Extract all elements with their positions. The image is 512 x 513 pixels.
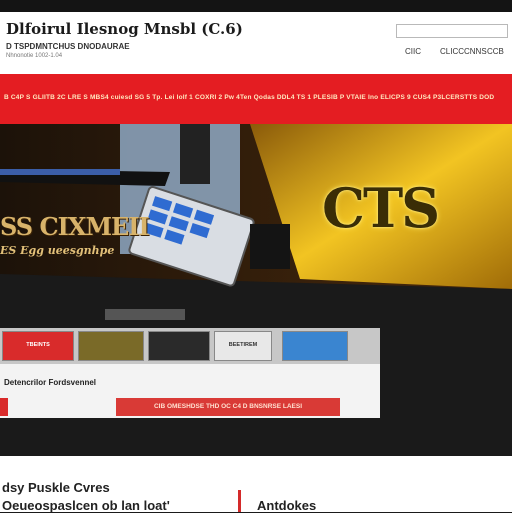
hero-logo: CTS <box>322 176 440 240</box>
promo-text[interactable]: B C4P S GLIITB 2C LRE S MBS4 cuiesd SG 5… <box>4 94 494 101</box>
right-column-heading[interactable]: Antdokes <box>257 498 316 513</box>
section-subheading[interactable]: Oeueospaslcen ob lan loat' <box>2 498 170 513</box>
site-meta: Nhnonotie 1002-1.04 <box>6 53 63 59</box>
accent-bar <box>0 398 8 416</box>
content-section: dsy Puskle Cvres Oeueospaslcen ob lan lo… <box>0 456 512 513</box>
thumbnail-1[interactable]: TBEINTS <box>2 331 74 361</box>
site-header: Dlfoirul Ilesnog Mnsbl (C.6) D TSPDMNTCH… <box>0 12 512 74</box>
promo-band: B C4P S GLIITB 2C LRE S MBS4 cuiesd SG 5… <box>0 74 512 124</box>
thumbnail-5[interactable] <box>282 331 348 361</box>
search-input[interactable] <box>396 24 508 38</box>
gallery-caption[interactable]: Detencrilor Fordsvennel <box>4 378 96 387</box>
nav-link-2[interactable]: CLICCCNNS <box>440 47 487 56</box>
gallery-banner-text: CIB OMESHDSE THD OC C4 D BNSNRSE LAESI <box>153 403 303 410</box>
thumbnail-label: TBEINTS <box>26 342 50 348</box>
site-subtitle: D TSPDMNTCHUS DNODAURAE <box>6 42 130 51</box>
section-heading[interactable]: dsy Puskle Cvres <box>2 480 110 495</box>
thumbnail-2[interactable] <box>78 331 144 361</box>
top-bar <box>0 0 512 12</box>
hero-title: SS CIXMEII <box>0 212 150 241</box>
section-divider <box>238 490 241 512</box>
hero-device-bottom <box>105 309 185 320</box>
hero-tagline: ES Egg ueesgnhpe <box>0 244 115 257</box>
thumbnail-strip: TBEINTS BEETIREM <box>0 328 380 364</box>
thumbnail-4[interactable]: BEETIREM <box>214 331 272 361</box>
hero-banner[interactable]: CTS SS CIXMEII ES Egg ueesgnhpe <box>0 124 512 320</box>
nav-link-3[interactable]: CCB <box>487 47 504 56</box>
thumbnail-label: BEETIREM <box>228 342 258 348</box>
nav-link-1[interactable]: CIIC <box>405 47 421 56</box>
gallery-banner-button[interactable]: CIB OMESHDSE THD OC C4 D BNSNRSE LAESI <box>116 398 340 416</box>
gallery-panel: TBEINTS BEETIREM Detencrilor Fordsvennel… <box>0 328 380 418</box>
thumbnail-3[interactable] <box>148 331 210 361</box>
site-title[interactable]: Dlfoirul Ilesnog Mnsbl (C.6) <box>6 20 243 38</box>
